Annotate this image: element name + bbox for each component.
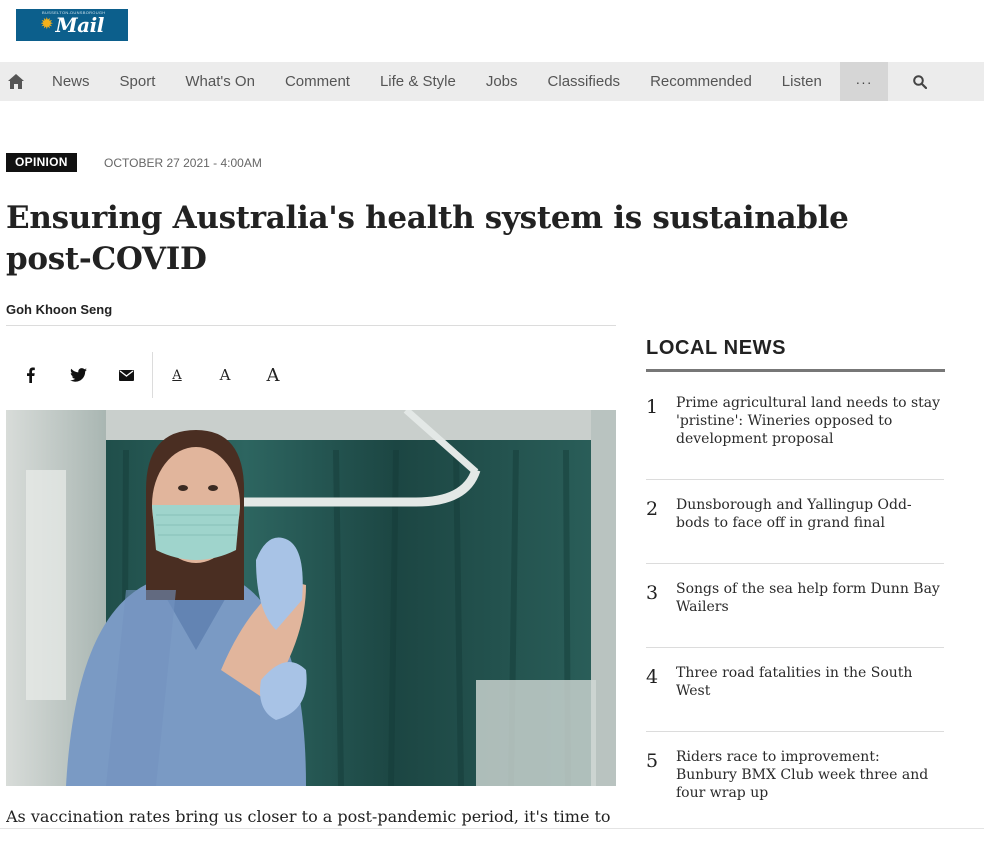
story-rank: 3 (646, 582, 659, 604)
story-rank: 1 (646, 396, 659, 418)
nav-item-news[interactable]: News (32, 62, 105, 101)
nav-item-comment[interactable]: Comment (270, 62, 365, 101)
story-divider (646, 647, 944, 648)
local-news-heading: LOCAL NEWS (646, 337, 787, 359)
story-title[interactable]: Prime agricultural land needs to stay 'p… (676, 394, 942, 448)
local-news-item-1[interactable]: 1 Prime agricultural land needs to stay … (646, 394, 944, 448)
story-title[interactable]: Dunsborough and Yallingup Odd-bods to fa… (676, 496, 942, 532)
local-news-item-5[interactable]: 5 Riders race to improvement: Bunbury BM… (646, 748, 944, 802)
article-headline: Ensuring Australia's health system is su… (6, 200, 849, 277)
hero-image (6, 410, 616, 786)
story-rank: 2 (646, 498, 659, 520)
main-nav: News Sport What's On Comment Life & Styl… (0, 62, 984, 101)
story-rank: 5 (646, 750, 659, 772)
story-divider (646, 563, 944, 564)
facebook-icon[interactable] (6, 352, 54, 398)
font-size-medium-button[interactable]: A (201, 352, 249, 398)
home-icon[interactable] (0, 62, 32, 101)
nav-item-whats-on[interactable]: What's On (170, 62, 270, 101)
logo-text: Mail (55, 13, 105, 37)
page-bottom-rule (0, 828, 984, 829)
share-bar: A A A (6, 352, 306, 398)
article-lede: As vaccination rates bring us closer to … (6, 807, 611, 826)
email-icon[interactable] (102, 352, 150, 398)
local-news-item-2[interactable]: 2 Dunsborough and Yallingup Odd-bods to … (646, 496, 944, 532)
story-rank: 4 (646, 666, 659, 688)
nav-item-life-style[interactable]: Life & Style (365, 62, 471, 101)
font-size-small-button[interactable]: A (153, 352, 201, 398)
nav-item-sport[interactable]: Sport (105, 62, 171, 101)
site-logo[interactable]: BUSSELTON-DUNSBOROUGH ✹ Mail (16, 9, 128, 41)
nav-item-recommended[interactable]: Recommended (635, 62, 767, 101)
font-size-large-button[interactable]: A (249, 352, 297, 398)
author-name[interactable]: Goh Khoon Seng (6, 302, 112, 317)
category-badge[interactable]: OPINION (6, 153, 77, 172)
local-news-item-4[interactable]: 4 Three road fatalities in the South Wes… (646, 664, 944, 700)
story-title[interactable]: Riders race to improvement: Bunbury BMX … (676, 748, 942, 802)
story-title[interactable]: Songs of the sea help form Dunn Bay Wail… (676, 580, 942, 616)
logo-tagline: BUSSELTON-DUNSBOROUGH (42, 10, 106, 15)
search-icon[interactable] (908, 62, 932, 101)
twitter-icon[interactable] (54, 352, 102, 398)
nav-item-listen[interactable]: Listen (767, 62, 837, 101)
story-divider (646, 479, 944, 480)
publish-date: OCTOBER 27 2021 - 4:00AM (104, 156, 262, 170)
story-divider (646, 731, 944, 732)
nav-items: News Sport What's On Comment Life & Styl… (32, 62, 840, 101)
nav-item-classifieds[interactable]: Classifieds (533, 62, 636, 101)
divider (6, 325, 616, 326)
local-news-rule (646, 369, 945, 372)
story-title[interactable]: Three road fatalities in the South West (676, 664, 942, 700)
more-menu-button[interactable]: ··· (840, 62, 888, 101)
sun-icon: ✹ (40, 16, 54, 33)
nav-item-jobs[interactable]: Jobs (471, 62, 533, 101)
local-news-item-3[interactable]: 3 Songs of the sea help form Dunn Bay Wa… (646, 580, 944, 616)
